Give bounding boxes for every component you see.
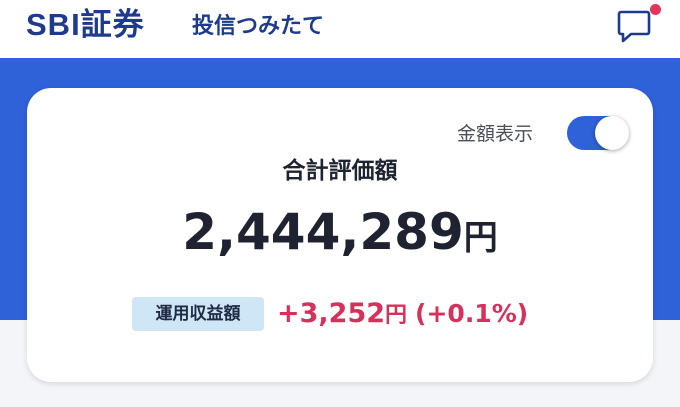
amount-display-label: 金額表示 <box>457 123 534 145</box>
notification-dot <box>650 4 661 15</box>
app-header: SBI証券 投信つみたて <box>0 0 680 58</box>
profit-unit: 円 <box>385 303 408 328</box>
total-valuation-unit: 円 <box>463 218 498 258</box>
profit: +3,252円 (+0.1%) <box>277 294 528 337</box>
profit-amount: +3,252 <box>277 298 386 329</box>
profit-label-badge: 運用収益額 <box>132 297 264 331</box>
profit-percent: (+0.1%) <box>415 299 529 328</box>
amount-display-toggle[interactable] <box>567 116 629 150</box>
total-valuation-amount: 2,444,289 <box>182 203 464 261</box>
product-title: 投信つみたて <box>192 14 325 39</box>
total-valuation-label: 合計評価額 <box>282 158 398 184</box>
chat-bubble-icon <box>617 10 651 43</box>
total-valuation: 2,444,289円 <box>27 200 653 276</box>
toggle-knob <box>595 116 629 150</box>
brand-logo: SBI証券 <box>26 7 145 42</box>
portfolio-summary-card: 金額表示 合計評価額 2,444,289円 運用収益額 +3,252円 (+0.1… <box>27 88 653 382</box>
chat-button[interactable] <box>612 4 661 48</box>
